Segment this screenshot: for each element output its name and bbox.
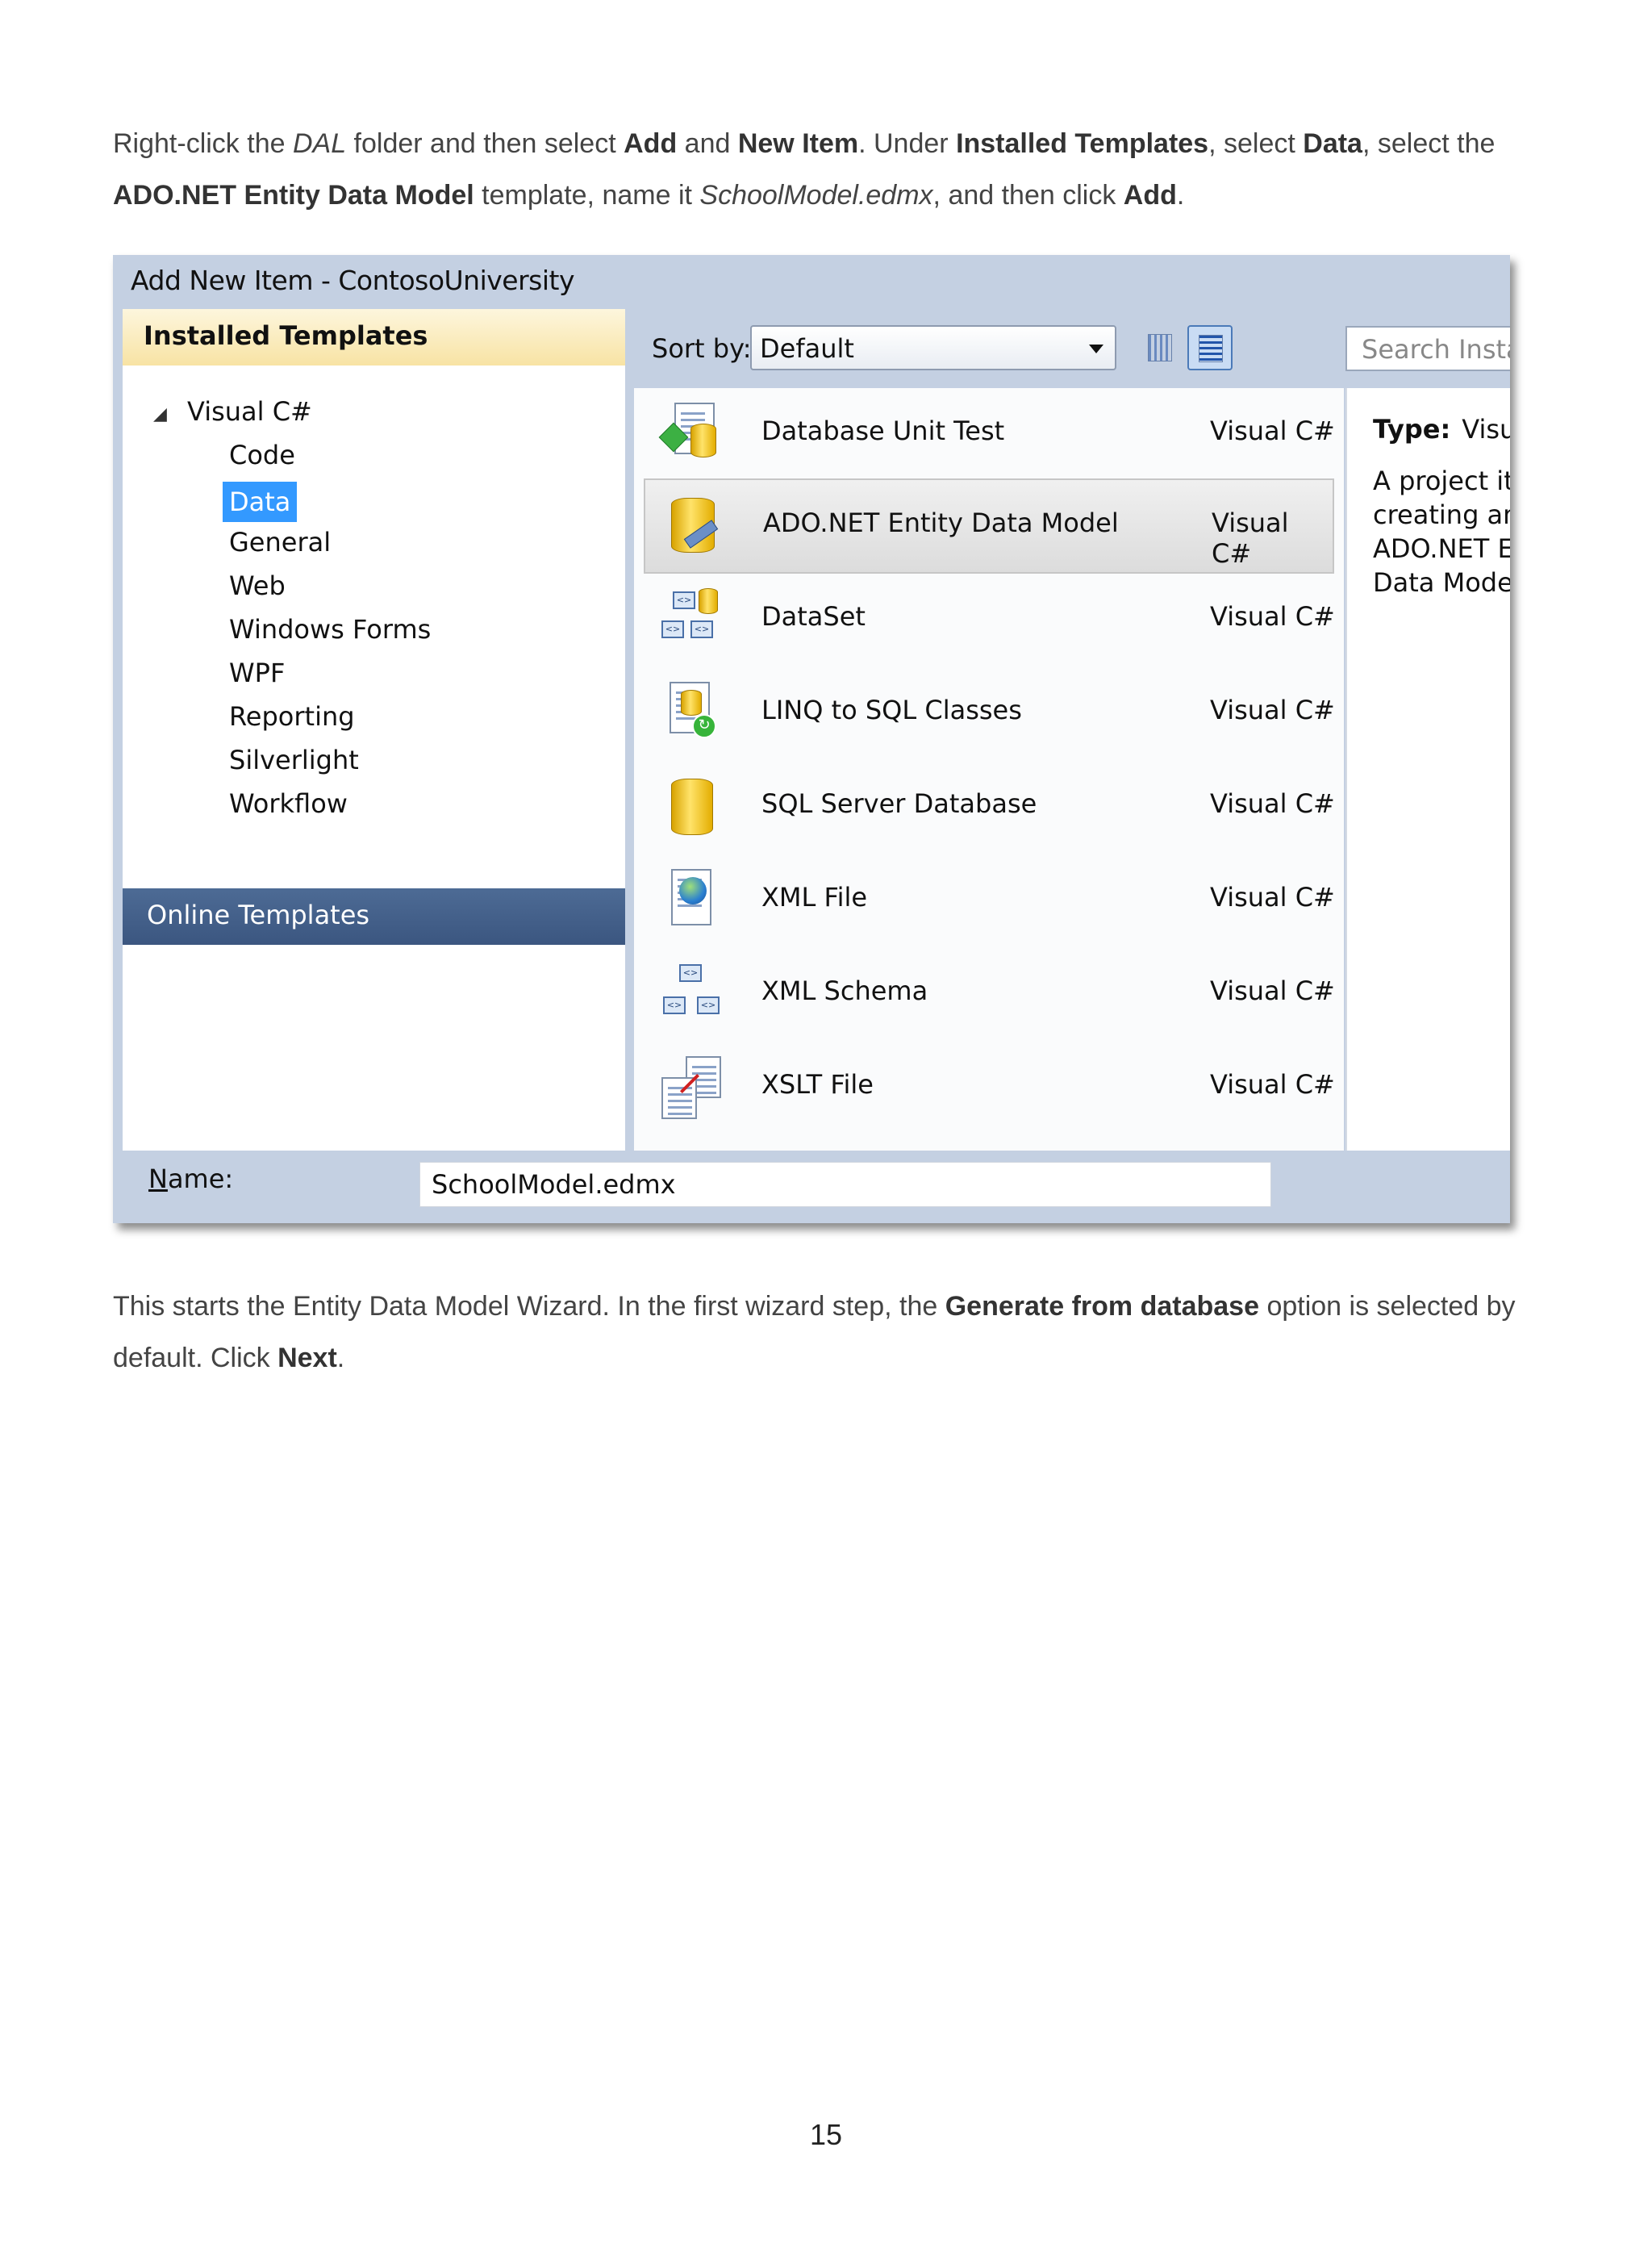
template-language: Visual C# [1210,601,1335,632]
template-name: SQL Server Database [761,788,1037,819]
sort-by-label: Sort by: [652,333,752,364]
add-new-item-dialog: Add New Item - ContosoUniversity Install… [113,255,1510,1223]
add-term: Add [624,128,678,159]
data-term: Data [1303,128,1362,159]
columns-view-icon [1148,334,1172,361]
tree-item-visual-csharp[interactable]: Visual C# [187,396,312,427]
search-templates-input[interactable]: Search Installed Templates [1345,326,1510,371]
ado-term: ADO.NET Entity Data Model [113,180,474,211]
xslt-file-icon [661,1056,721,1119]
sort-by-dropdown[interactable]: Default [750,325,1116,370]
tree-item-windows-forms[interactable]: Windows Forms [229,614,431,645]
name-label: Name: [148,1163,233,1194]
template-detail-pane: Type: Visual C# A project item for creati… [1345,388,1510,1151]
template-name: XSLT File [761,1069,874,1100]
online-templates-label: Online Templates [147,900,370,930]
template-row-database-unit-test[interactable]: Database Unit Test Visual C# [642,388,1342,477]
text: folder and then select [346,128,624,159]
linq-to-sql-icon: ↻ [661,682,721,741]
xml-schema-icon: <> <> <> [661,963,721,1022]
text: . [1176,180,1185,211]
template-name: LINQ to SQL Classes [761,695,1022,725]
dialog-title: Add New Item - ContosoUniversity [131,265,574,296]
template-list: Database Unit Test Visual C# ADO.NET Ent… [634,388,1344,1151]
tree-item-data[interactable]: Data [223,482,298,522]
template-row-xslt-file[interactable]: XSLT File Visual C# [642,1042,1342,1130]
tree-item-web[interactable]: Web [229,570,286,601]
detail-type-label: Type: [1373,414,1451,445]
template-language: Visual C# [1210,882,1335,913]
sort-by-value: Default [760,333,854,364]
new-item-term: New Item [737,128,859,159]
text: , select the [1362,128,1496,159]
name-input[interactable]: SchoolModel.edmx [419,1162,1271,1207]
text: . [336,1343,345,1373]
text: . Under [858,128,957,159]
template-row-dataset[interactable]: <> <> <> DataSet Visual C# [642,574,1342,662]
database-unit-test-icon [658,403,721,462]
template-row-xml-file[interactable]: XML File Visual C# [642,854,1342,943]
template-language: Visual C# [1210,695,1335,725]
sql-database-icon [661,775,721,835]
tree-item-general[interactable]: General [229,527,331,558]
template-tree-pane: Installed Templates ◢ Visual C# Code Dat… [123,309,625,1151]
tree-item-workflow[interactable]: Workflow [229,788,348,819]
installed-templates-label: Installed Templates [144,320,428,351]
instruction-paragraph-2: This starts the Entity Data Model Wizard… [113,1280,1533,1384]
template-language: Visual C# [1210,416,1335,446]
details-view-button[interactable] [1187,325,1233,370]
text: template, name it [473,180,700,211]
tree-item-wpf[interactable]: WPF [229,658,285,688]
template-row-linq-to-sql-classes[interactable]: ↻ LINQ to SQL Classes Visual C# [642,667,1342,756]
text: , select [1208,128,1304,159]
template-language: Visual C# [1210,788,1335,819]
collapse-triangle-icon[interactable]: ◢ [153,404,167,424]
tree-item-code[interactable]: Code [229,440,295,470]
xml-file-icon [661,869,721,929]
template-name: Database Unit Test [761,416,1005,446]
name-label-accesskey: N [148,1163,168,1194]
search-placeholder: Search Installed Templates [1362,334,1510,365]
template-name: ADO.NET Entity Data Model [763,508,1119,538]
tree-item-reporting[interactable]: Reporting [229,701,355,732]
next-term: Next [277,1343,337,1373]
detail-type: Type: Visual C# [1373,414,1510,445]
template-name: XML Schema [761,975,928,1006]
generate-from-database-term: Generate from database [945,1291,1259,1322]
text: , and then click [932,180,1124,211]
medium-icons-view-button[interactable] [1137,325,1181,369]
template-language: Visual C# [1210,1069,1335,1100]
chevron-down-icon [1089,345,1103,353]
online-templates-header[interactable]: Online Templates [123,888,625,945]
template-language: Visual C# [1212,508,1289,569]
installed-templates-term: Installed Templates [956,128,1209,159]
template-name: XML File [761,882,868,913]
detail-type-value: Visual C# [1462,414,1510,445]
filename-term: SchoolModel.edmx [699,180,933,211]
template-row-ado-net-entity-data-model[interactable]: ADO.NET Entity Data Model Visual C# [644,478,1334,574]
instruction-paragraph-1: Right-click the DAL folder and then sele… [113,118,1533,221]
text: and [677,128,738,159]
name-input-value: SchoolModel.edmx [432,1169,676,1200]
add-term: Add [1123,180,1177,211]
dal-folder-term: DAL [292,128,347,159]
page-number: 15 [809,2118,843,2151]
name-label-rest: ame: [167,1163,234,1194]
text: Right-click the [113,128,293,159]
entity-data-model-icon [663,495,723,554]
detail-description: A project item for creating an ADO.NET E… [1373,466,1510,598]
template-language: Visual C# [1210,975,1335,1006]
template-row-sql-server-database[interactable]: SQL Server Database Visual C# [642,761,1342,850]
template-row-xml-schema[interactable]: <> <> <> XML Schema Visual C# [642,948,1342,1037]
template-name: DataSet [761,601,866,632]
text: This starts the Entity Data Model Wizard… [113,1291,945,1322]
tree-item-silverlight[interactable]: Silverlight [229,745,359,775]
dataset-icon: <> <> <> [661,588,721,648]
installed-templates-header[interactable]: Installed Templates [123,309,625,366]
list-view-icon [1199,335,1223,362]
